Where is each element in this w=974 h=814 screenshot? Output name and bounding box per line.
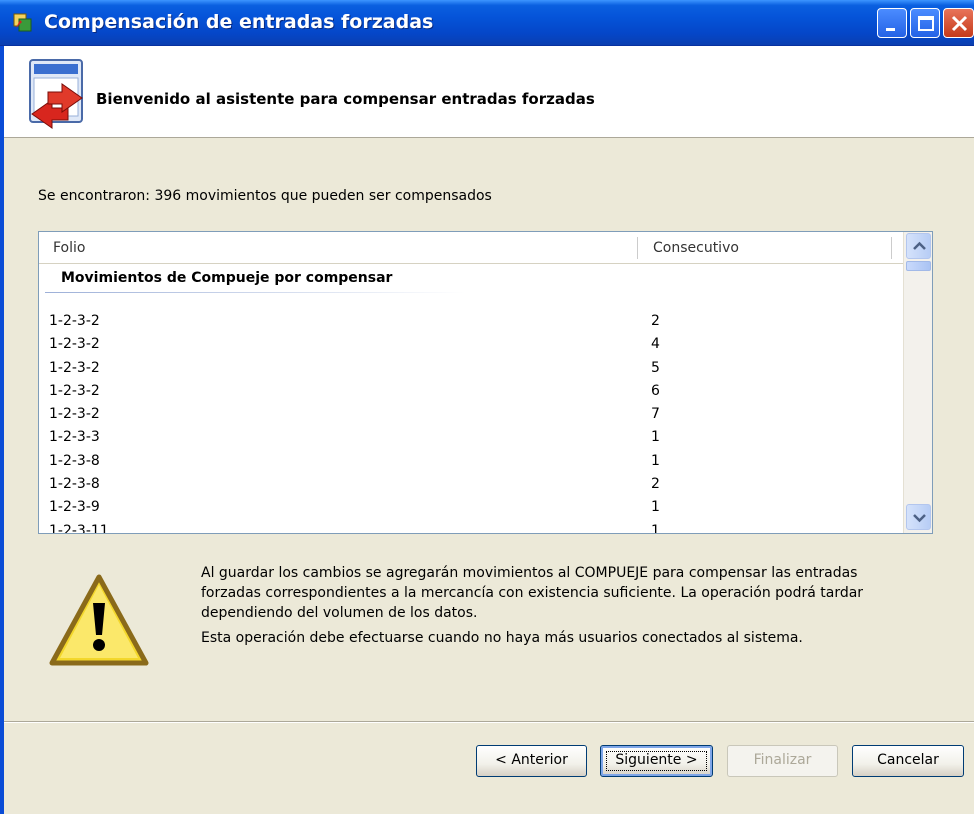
consecutivo-cell: 1 [651,522,660,534]
consecutivo-cell: 1 [651,499,660,516]
chevron-up-icon [913,241,926,250]
previous-button-label: < Anterior [495,752,568,768]
minimize-icon [886,28,895,31]
list-header: Folio Consecutivo [39,232,904,264]
column-consecutivo[interactable]: Consecutivo [653,240,739,256]
list-row[interactable]: 1-2-3-11 1 [39,522,904,534]
list-row[interactable]: 1-2-3-2 5 [39,359,904,382]
consecutivo-cell: 6 [651,382,660,399]
scroll-down-button[interactable] [906,504,931,530]
window-title: Compensación de entradas forzadas [44,11,434,33]
folio-cell: 1-2-3-11 [49,522,109,534]
maximize-button[interactable] [910,8,940,38]
folio-cell: 1-2-3-8 [49,476,100,493]
title-bar[interactable]: Compensación de entradas forzadas [0,0,974,46]
consecutivo-cell: 2 [651,476,660,493]
list-row[interactable]: 1-2-3-8 1 [39,452,904,475]
movements-list[interactable]: Folio Consecutivo Movimientos de Compuej… [38,231,933,534]
consecutivo-cell: 5 [651,359,660,376]
wizard-arrow-icon [29,59,83,129]
folio-cell: 1-2-3-2 [49,336,100,353]
consecutivo-cell: 1 [651,452,660,469]
next-button[interactable]: Siguiente > [600,745,713,777]
warning-icon [49,574,149,666]
warning-note: Esta operación debe efectuarse cuando no… [201,630,803,646]
list-row[interactable]: 1-2-3-3 1 [39,428,904,451]
folio-cell: 1-2-3-2 [49,406,100,423]
vertical-scrollbar[interactable] [903,232,932,533]
list-row[interactable]: 1-2-3-2 7 [39,405,904,428]
folio-cell: 1-2-3-2 [49,382,100,399]
column-folio[interactable]: Folio [53,240,85,256]
group-divider [45,292,465,293]
folio-cell: 1-2-3-3 [49,429,100,446]
list-row[interactable]: 1-2-3-8 2 [39,475,904,498]
list-row[interactable]: 1-2-3-9 1 [39,498,904,521]
finish-button-label: Finalizar [753,752,812,768]
app-icon [13,13,32,32]
list-rows: 1-2-3-2 2 1-2-3-2 4 1-2-3-2 5 1-2-3-2 6 1-2-3-2 7… [39,312,904,534]
finish-button[interactable]: Finalizar [727,745,838,777]
scroll-up-button[interactable] [906,233,931,259]
column-separator[interactable] [637,237,638,259]
consecutivo-cell: 2 [651,313,660,329]
focus-rect [606,751,707,771]
group-title: Movimientos de Compueje por compensar [61,270,393,286]
window-frame [0,46,4,814]
consecutivo-cell: 4 [651,336,660,353]
close-button[interactable] [943,8,974,38]
column-separator[interactable] [891,237,892,259]
scroll-thumb[interactable] [906,261,931,271]
chevron-down-icon [913,514,926,523]
close-icon [951,15,968,32]
folio-cell: 1-2-3-2 [49,359,100,376]
previous-button[interactable]: < Anterior [476,745,587,777]
cancel-button-label: Cancelar [877,752,939,768]
list-row[interactable]: 1-2-3-2 6 [39,382,904,405]
maximize-icon [918,16,934,31]
wizard-title: Bienvenido al asistente para compensar e… [96,90,595,108]
found-count-text: Se encontraron: 396 movimientos que pued… [38,188,492,204]
consecutivo-cell: 7 [651,406,660,423]
warning-message: Al guardar los cambios se agregarán movi… [201,565,864,621]
folio-cell: 1-2-3-9 [49,499,100,516]
list-row[interactable]: 1-2-3-2 2 [39,312,904,335]
footer-divider [4,721,974,723]
folio-cell: 1-2-3-8 [49,452,100,469]
folio-cell: 1-2-3-2 [49,313,100,329]
consecutivo-cell: 1 [651,429,660,446]
cancel-button[interactable]: Cancelar [852,745,964,777]
minimize-button[interactable] [877,8,907,38]
wizard-header: Bienvenido al asistente para compensar e… [4,46,974,138]
list-row[interactable]: 1-2-3-2 4 [39,335,904,358]
